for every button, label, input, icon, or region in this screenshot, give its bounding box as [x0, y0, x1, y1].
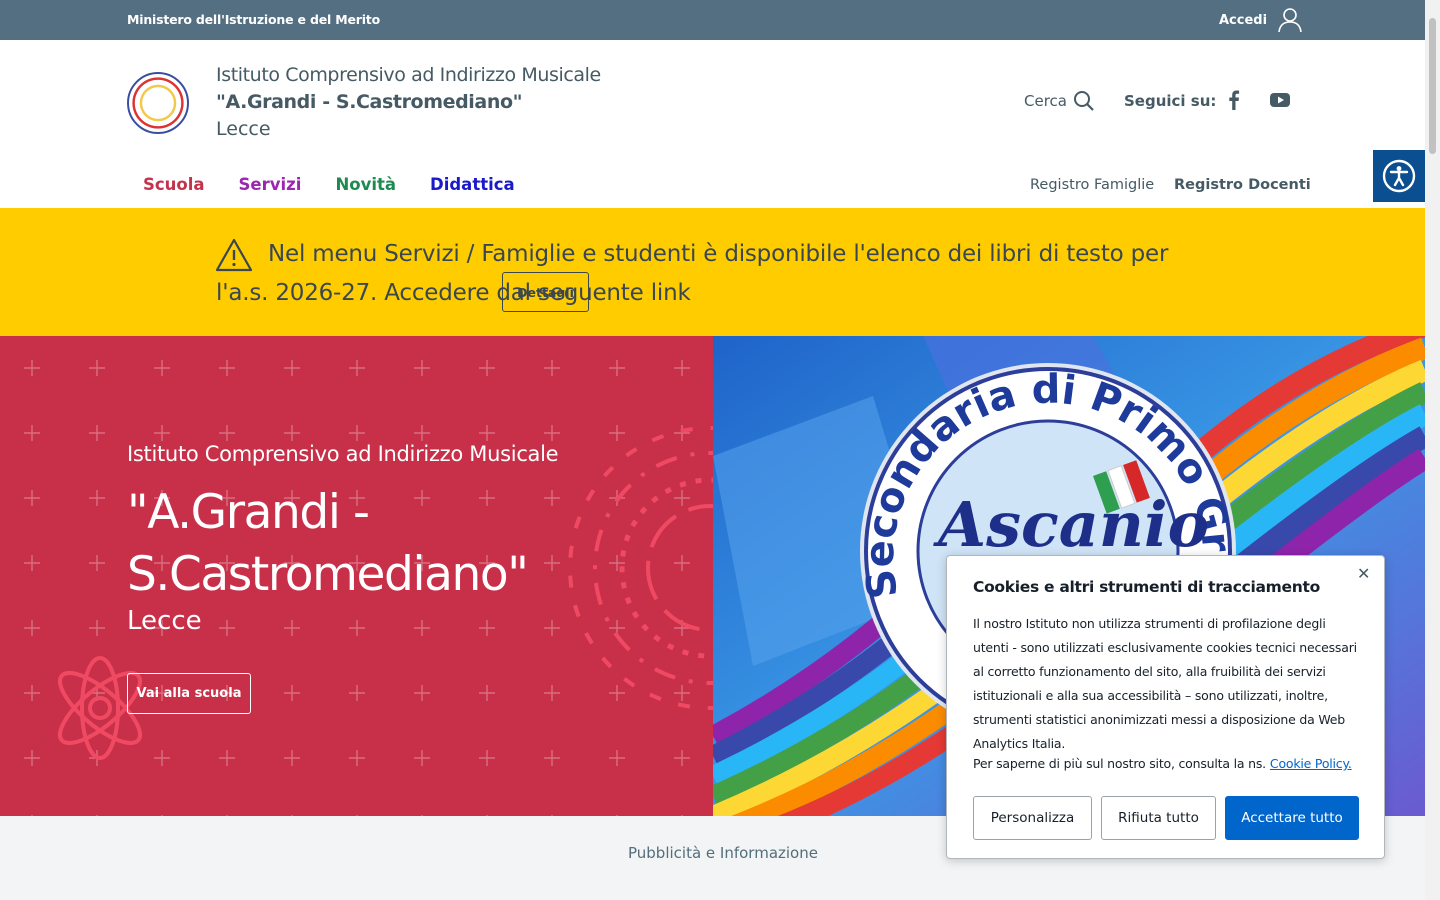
school-logo[interactable] — [127, 72, 189, 134]
hero-city: Lecce — [127, 606, 202, 636]
page-scrollbar[interactable] — [1425, 0, 1440, 900]
hero-panel: Istituto Comprensivo ad Indirizzo Musica… — [0, 336, 713, 816]
nav-scuola[interactable]: Scuola — [143, 175, 205, 194]
cookie-policy-link[interactable]: Cookie Policy. — [1270, 756, 1352, 771]
search-label: Cerca — [1024, 92, 1067, 110]
login-button[interactable]: Accedi — [1219, 7, 1303, 33]
school-name-line2: "A.Grandi - S.Castromediano" — [216, 91, 523, 113]
nav-novita[interactable]: Novità — [335, 175, 396, 194]
customize-button[interactable]: Personalizza — [973, 796, 1092, 840]
accept-all-button[interactable]: Accettare tutto — [1225, 796, 1359, 840]
accessibility-icon — [1382, 159, 1416, 193]
notice-text: Nel menu Servizi / Famiglie e studenti è… — [216, 241, 1169, 306]
school-name-line3: Lecce — [216, 118, 271, 140]
login-label: Accedi — [1219, 12, 1268, 28]
school-name-line1: Istituto Comprensivo ad Indirizzo Musica… — [216, 64, 601, 86]
nav-didattica[interactable]: Didattica — [430, 175, 515, 194]
search-button[interactable]: Cerca — [1024, 90, 1095, 112]
cookie-policy-text: Per saperne di più sul nostro sito, cons… — [973, 756, 1266, 771]
dettagli-button[interactable]: Dettagli — [502, 272, 589, 312]
hero-subtitle: Istituto Comprensivo ad Indirizzo Musica… — [127, 442, 559, 466]
cookie-title: Cookies e altri strumenti di tracciament… — [973, 578, 1320, 596]
facebook-icon[interactable] — [1225, 88, 1243, 112]
site-header: Istituto Comprensivo ad Indirizzo Musica… — [0, 40, 1425, 208]
section-title: Pubblicità e Informazione — [628, 844, 818, 862]
top-bar: Ministero dell'Istruzione e del Merito A… — [0, 0, 1425, 40]
scrollbar-thumb[interactable] — [1429, 18, 1436, 154]
reject-all-button[interactable]: Rifiuta tutto — [1101, 796, 1216, 840]
cookie-dialog: Cookies e altri strumenti di tracciament… — [946, 555, 1385, 859]
ministry-link[interactable]: Ministero dell'Istruzione e del Merito — [127, 12, 380, 27]
hero-title: "A.Grandi - S.Castromediano" — [127, 485, 529, 602]
youtube-icon[interactable] — [1269, 88, 1291, 112]
main-nav: Scuola Servizi Novità Didattica — [143, 175, 515, 194]
cookie-text: Il nostro Istituto non utilizza strument… — [973, 616, 1357, 751]
accessibility-button[interactable] — [1373, 150, 1425, 202]
user-icon — [1278, 8, 1302, 33]
notice-banner: Nel menu Servizi / Famiglie e studenti è… — [0, 208, 1425, 336]
close-icon[interactable]: ✕ — [1357, 564, 1370, 583]
vai-alla-scuola-button[interactable]: Vai alla scuola — [127, 673, 251, 714]
registro-docenti-link[interactable]: Registro Docenti — [1174, 177, 1311, 193]
badge-center-text: Ascanio — [933, 488, 1209, 561]
registro-famiglie-link[interactable]: Registro Famiglie — [1030, 177, 1154, 193]
school-name[interactable]: Istituto Comprensivo ad Indirizzo Musica… — [216, 62, 601, 143]
search-icon — [1073, 91, 1094, 111]
follow-label: Seguici su: — [1124, 92, 1217, 110]
nav-servizi[interactable]: Servizi — [239, 175, 302, 194]
cookie-policy-line: Per saperne di più sul nostro sito, cons… — [973, 756, 1352, 771]
